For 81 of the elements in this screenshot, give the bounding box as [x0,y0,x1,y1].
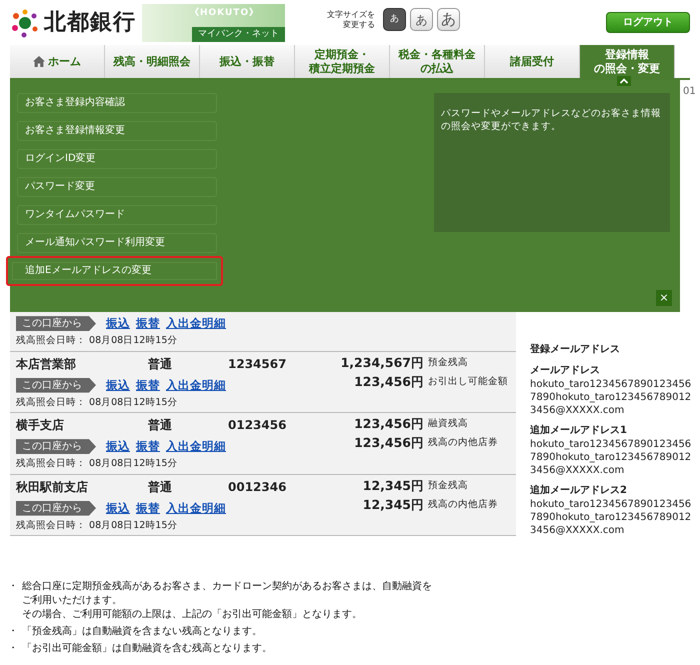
text-fragment: 01 [683,85,696,99]
from-account-tag: この口座から [16,439,96,454]
logo-icon [10,8,40,38]
amount-label: お引出し可能金額 [427,374,509,388]
amount: 123,456円 [354,416,424,431]
email-address: hokuto_taro1234567890123456 7890hokuto_taro123456789012 3456@XXXXX.com [530,438,691,477]
menu-item[interactable]: お客さま登録内容確認 [17,93,217,113]
from-account-tag: この口座から [16,500,96,516]
nav-tab[interactable]: 残高・明細照会 [105,45,200,78]
amount-label: 預金残高 [427,478,469,492]
nav-tab[interactable]: 定期預金・ 積立定期預金 [295,45,390,78]
balance-date: 残高照会日時： 08月08日12時15分 [16,518,178,533]
action-link[interactable]: 入出金明細 [166,438,226,456]
amount: 1,234,567円 [340,354,424,370]
action-link[interactable]: 振替 [136,500,160,517]
branch-name: 横手支店 [16,417,65,434]
note-text: 総合口座に定期預金残高があるお客さま、カードローン契約があるお客さまは、自動融資を ご利用いただけます。 その場合、ご利用可能額の上限は、上記の「お引出可能金額」となります。 [22,580,432,622]
amount-label: 残高の内他店券 [427,498,499,512]
action-link[interactable]: 振込 [106,500,130,517]
action-link[interactable]: 振込 [106,438,130,456]
banner-subtitle: マイバンク・ネット [192,26,285,42]
home-icon [33,56,45,67]
action-link[interactable]: 振込 [106,315,130,332]
email-address: hokuto_taro1234567890123456 7890hokuto_taro123456789012 3456@XXXXX.com [530,378,691,417]
amount-label: 残高の内他店券 [427,436,499,450]
action-link[interactable]: 入出金明細 [166,315,226,332]
nav-tab[interactable]: 振込・振替 [200,45,295,78]
account-type: 普通 [148,356,173,372]
font-size-button[interactable]: あ [410,8,433,31]
menu-item[interactable]: ワンタイムパスワード [17,205,217,225]
collapse-caret-icon[interactable] [617,76,631,86]
from-account-tag: この口座から [16,378,96,393]
amount-label: 融資残高 [427,417,469,431]
branch-name: 本店営業部 [16,356,77,372]
menu-item[interactable]: ログインID変更 [17,149,217,169]
nav-tab[interactable]: 税金・各種料金 の払込 [390,45,485,78]
menu-item[interactable]: メール通知パスワード利用変更 [17,233,217,253]
nav-tab[interactable]: 登録情報 の照会・変更 [580,45,675,78]
amount: 123,456円 [354,374,424,388]
nav-tab[interactable]: 諸届受付 [485,45,580,78]
account-number: 1234567 [228,356,288,372]
amount: 12,345円 [362,478,424,492]
note-text: 「お引出可能金額」は自動融資を含む残高となります。 [22,642,272,656]
amount-label: 預金残高 [427,356,469,370]
email-label: 追加メールアドレス1 [530,424,628,438]
menu-description: パスワードやメールアドレスなどのお客さま情報の照会や変更ができます。 [434,93,670,232]
balance-date: 残高照会日時： 08月08日12時15分 [16,334,178,348]
account-type: 普通 [148,417,173,434]
email-label: 追加メールアドレス2 [530,484,628,498]
bullet: ・ [8,625,19,639]
font-size-label: 文字サイズを 変更する [327,10,375,30]
balance-date: 残高照会日時： 08月08日12時15分 [16,396,178,410]
account-number: 0012346 [228,478,288,496]
action-link[interactable]: 振替 [136,376,160,394]
bank-name: 北都銀行 [44,12,136,34]
email-address: hokuto_taro1234567890123456 7890hokuto_taro123456789012 3456@XXXXX.com [530,498,691,537]
note-text: 「預金残高」は自動融資を含まない残高となります。 [22,625,262,639]
action-link[interactable]: 振替 [136,438,160,456]
section-title: 登録メールアドレス [530,342,621,357]
font-size-button[interactable]: あ [383,8,406,31]
amount: 123,456円 [354,435,424,450]
from-account-tag: この口座から [16,316,96,332]
action-link[interactable]: 入出金明細 [166,376,226,394]
nav-tab[interactable]: ホーム [10,45,105,78]
bullet: ・ [8,580,19,594]
menu-item[interactable]: パスワード変更 [17,177,217,197]
branch-name: 秋田駅前支店 [16,478,89,496]
amount: 12,345円 [362,496,424,512]
action-link[interactable]: 振替 [136,315,160,332]
account-number: 0123456 [228,417,288,434]
balance-date: 残高照会日時： 08月08日12時15分 [16,457,178,472]
font-size-button[interactable]: あ [437,8,460,31]
email-label: メールアドレス [530,364,601,378]
account-type: 普通 [148,478,173,496]
action-link[interactable]: 振込 [106,376,130,394]
bullet: ・ [8,642,19,656]
menu-item[interactable]: お客さま登録情報変更 [17,121,217,141]
close-button[interactable]: × [656,290,672,306]
action-link[interactable]: 入出金明細 [166,500,226,517]
banner-text: 《HOKUTO》 [189,6,260,20]
menu-item[interactable]: 追加Eメールアドレスの変更 [6,256,223,286]
